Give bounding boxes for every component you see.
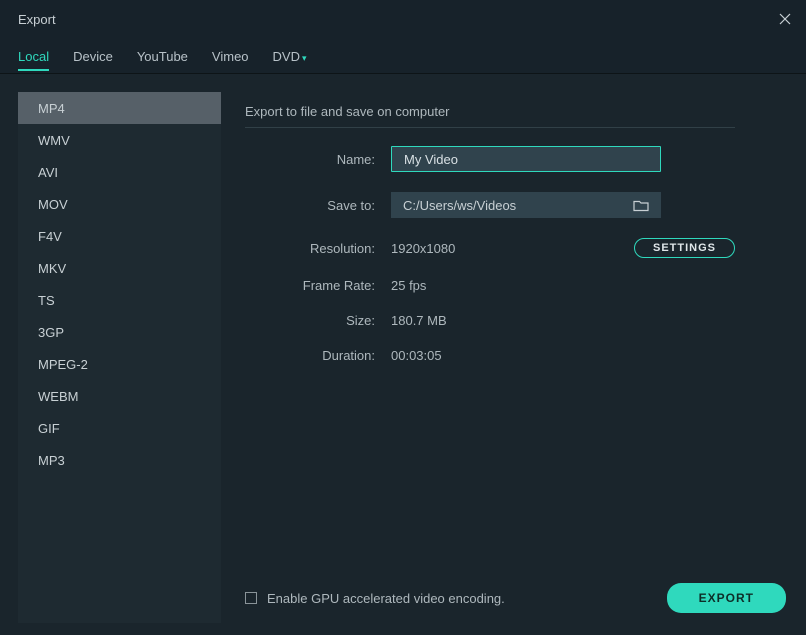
format-item-avi[interactable]: AVI [18, 156, 221, 188]
footer: Enable GPU accelerated video encoding. E… [245, 583, 786, 613]
format-item-mov[interactable]: MOV [18, 188, 221, 220]
tab-device[interactable]: Device [73, 41, 113, 71]
format-item-mp3[interactable]: MP3 [18, 444, 221, 476]
format-sidebar: MP4 WMV AVI MOV F4V MKV TS 3GP MPEG-2 WE… [18, 92, 221, 623]
format-label: TS [38, 293, 55, 308]
format-label: 3GP [38, 325, 64, 340]
browse-folder-button[interactable] [633, 199, 649, 212]
row-framerate: Frame Rate: 25 fps [245, 278, 735, 293]
saveto-value: C:/Users/ws/Videos [403, 198, 516, 213]
format-label: MOV [38, 197, 68, 212]
row-name: Name: [245, 146, 735, 172]
tab-local[interactable]: Local [18, 41, 49, 71]
chevron-down-icon: ▾ [302, 53, 307, 63]
format-item-mkv[interactable]: MKV [18, 252, 221, 284]
format-label: AVI [38, 165, 58, 180]
tab-vimeo[interactable]: Vimeo [212, 41, 249, 71]
gpu-label: Enable GPU accelerated video encoding. [267, 591, 505, 606]
format-label: WMV [38, 133, 70, 148]
tab-label: Device [73, 49, 113, 64]
name-input[interactable] [391, 146, 661, 172]
tab-label: YouTube [137, 49, 188, 64]
close-icon [779, 13, 791, 25]
settings-button[interactable]: SETTINGS [634, 238, 735, 258]
tab-label: Local [18, 49, 49, 64]
framerate-label: Frame Rate: [245, 278, 391, 293]
format-item-mpeg2[interactable]: MPEG-2 [18, 348, 221, 380]
format-label: MP3 [38, 453, 65, 468]
tabbar: Local Device YouTube Vimeo DVD▾ [0, 38, 806, 74]
format-label: WEBM [38, 389, 78, 404]
name-label: Name: [245, 152, 391, 167]
row-saveto: Save to: C:/Users/ws/Videos [245, 192, 735, 218]
format-label: MP4 [38, 101, 65, 116]
export-dialog: Export Local Device YouTube Vimeo DVD▾ M… [0, 0, 806, 635]
tab-label: Vimeo [212, 49, 249, 64]
saveto-label: Save to: [245, 198, 391, 213]
export-button[interactable]: EXPORT [667, 583, 786, 613]
tab-dvd[interactable]: DVD▾ [273, 41, 307, 71]
gpu-checkbox[interactable] [245, 592, 257, 604]
content-panel: Export to file and save on computer Name… [221, 74, 806, 635]
close-button[interactable] [778, 12, 792, 26]
size-value: 180.7 MB [391, 313, 447, 328]
titlebar: Export [0, 0, 806, 38]
gpu-checkbox-row[interactable]: Enable GPU accelerated video encoding. [245, 591, 505, 606]
row-duration: Duration: 00:03:05 [245, 348, 735, 363]
duration-label: Duration: [245, 348, 391, 363]
format-item-webm[interactable]: WEBM [18, 380, 221, 412]
resolution-label: Resolution: [245, 241, 391, 256]
duration-value: 00:03:05 [391, 348, 442, 363]
saveto-field[interactable]: C:/Users/ws/Videos [391, 192, 661, 218]
size-label: Size: [245, 313, 391, 328]
format-item-wmv[interactable]: WMV [18, 124, 221, 156]
format-item-3gp[interactable]: 3GP [18, 316, 221, 348]
format-item-f4v[interactable]: F4V [18, 220, 221, 252]
row-size: Size: 180.7 MB [245, 313, 735, 328]
format-item-mp4[interactable]: MP4 [18, 92, 221, 124]
tab-youtube[interactable]: YouTube [137, 41, 188, 71]
format-label: MPEG-2 [38, 357, 88, 372]
tab-label: DVD [273, 49, 300, 64]
format-label: MKV [38, 261, 66, 276]
resolution-value: 1920x1080 [391, 241, 455, 256]
format-label: F4V [38, 229, 62, 244]
row-resolution: Resolution: 1920x1080 SETTINGS [245, 238, 735, 258]
folder-icon [633, 199, 649, 212]
framerate-value: 25 fps [391, 278, 426, 293]
main-area: MP4 WMV AVI MOV F4V MKV TS 3GP MPEG-2 WE… [0, 74, 806, 635]
section-title: Export to file and save on computer [245, 104, 735, 128]
format-item-ts[interactable]: TS [18, 284, 221, 316]
window-title: Export [18, 12, 56, 27]
format-label: GIF [38, 421, 60, 436]
format-item-gif[interactable]: GIF [18, 412, 221, 444]
